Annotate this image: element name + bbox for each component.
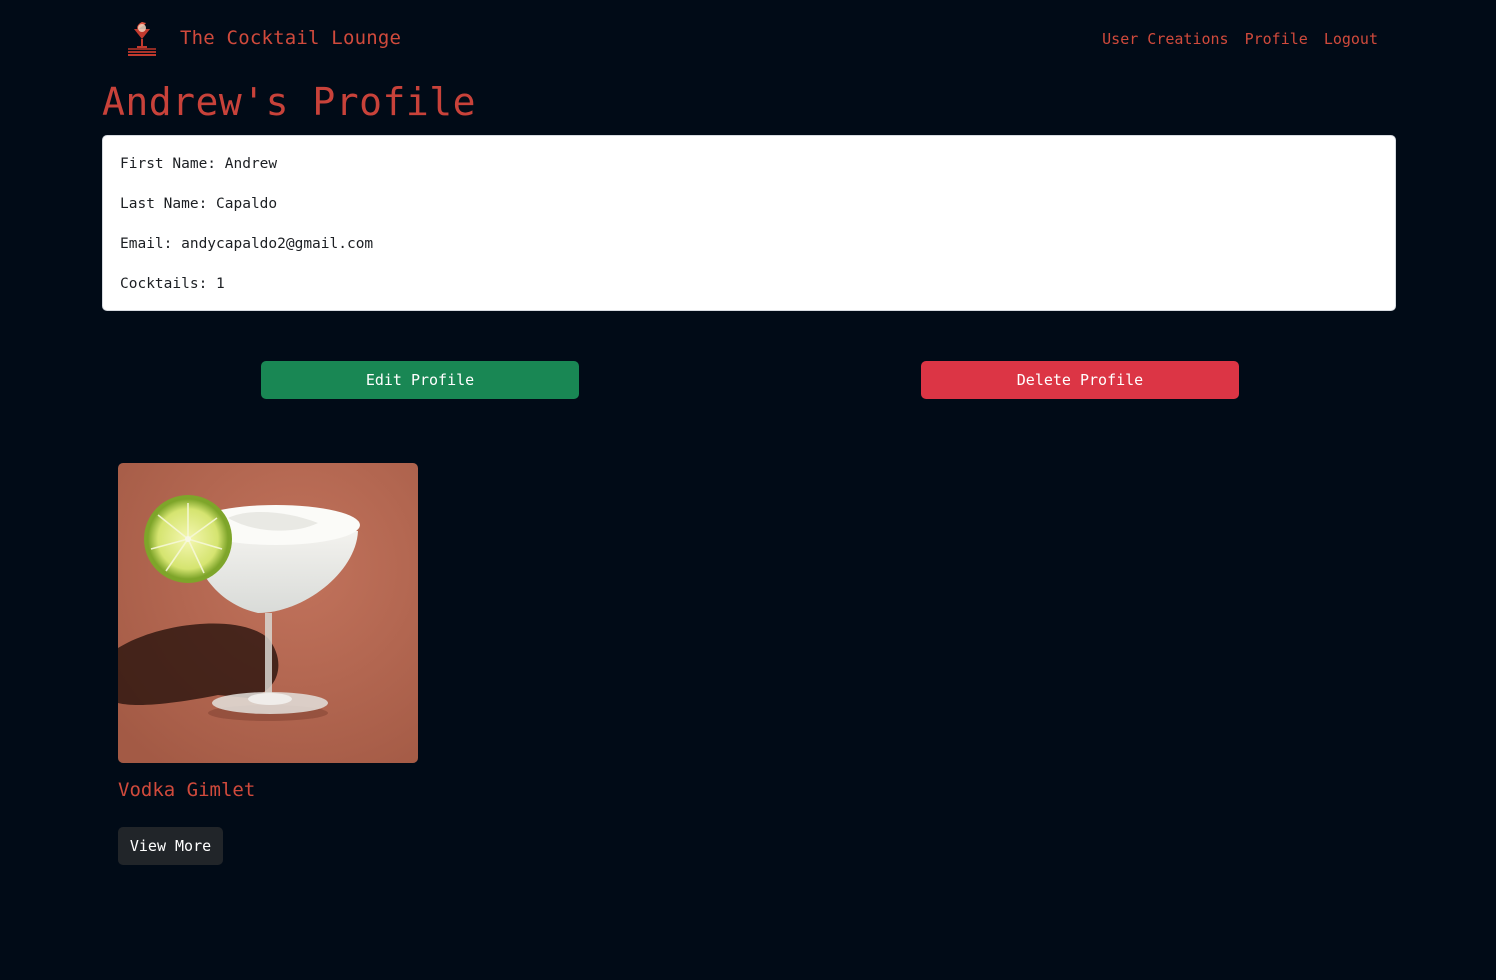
view-more-button[interactable]: View More (118, 827, 223, 865)
cocktail-name: Vodka Gimlet (118, 779, 256, 801)
delete-profile-button[interactable]: Delete Profile (921, 361, 1239, 399)
navbar: The Cocktail Lounge User Creations Profi… (0, 0, 1496, 78)
nav-link-logout[interactable]: Logout (1324, 30, 1378, 48)
cocktail-logo-icon (126, 20, 158, 56)
cocktail-image (118, 463, 418, 763)
profile-card: First Name: Andrew Last Name: Capaldo Em… (102, 135, 1396, 311)
profile-first-name: First Name: Andrew (120, 156, 278, 172)
profile-last-name: Last Name: Capaldo (120, 196, 278, 212)
brand-name: The Cocktail Lounge (180, 27, 402, 49)
profile-cocktail-count: Cocktails: 1 (120, 276, 225, 292)
nav-link-profile[interactable]: Profile (1245, 30, 1308, 48)
nav-link-user-creations[interactable]: User Creations (1102, 30, 1228, 48)
page-title: Andrew's Profile (102, 80, 477, 124)
nav-links: User Creations Profile Logout (1102, 30, 1378, 48)
edit-profile-button[interactable]: Edit Profile (261, 361, 579, 399)
profile-email: Email: andycapaldo2@gmail.com (120, 236, 374, 252)
cocktail-card: Vodka Gimlet View More (118, 463, 418, 865)
brand-link[interactable]: The Cocktail Lounge (126, 20, 401, 56)
